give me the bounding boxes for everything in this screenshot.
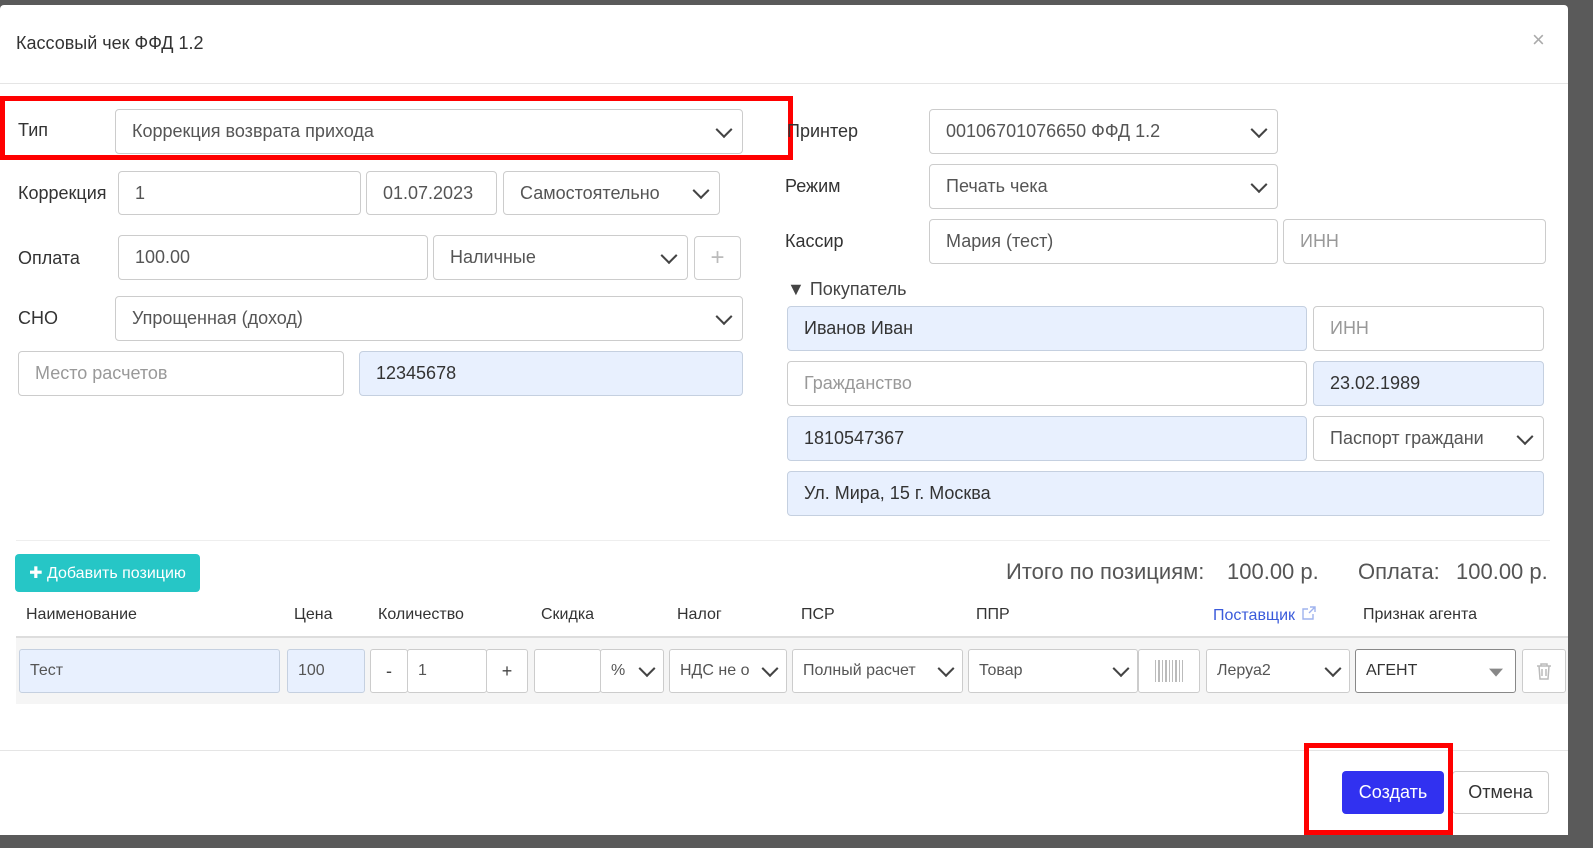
- caret-down-icon: [1489, 668, 1503, 677]
- close-icon[interactable]: ×: [1532, 27, 1545, 53]
- chevron-down-icon: [715, 120, 733, 138]
- mode-select-value: Печать чека: [946, 176, 1048, 196]
- correction-kind-value: Самостоятельно: [520, 182, 660, 203]
- printer-select-value: 00106701076650 ФФД 1.2: [946, 121, 1161, 141]
- header-name: Наименование: [26, 606, 137, 623]
- receipt-dialog: Кассовый чек ФФД 1.2 × Тип Коррекция воз…: [0, 5, 1568, 835]
- document-type-select[interactable]: Паспорт граждани: [1313, 416, 1544, 461]
- create-button[interactable]: Создать: [1342, 771, 1444, 814]
- header-price: Цена: [294, 606, 333, 623]
- chevron-down-icon: [1112, 660, 1130, 678]
- correction-kind-select[interactable]: Самостоятельно: [503, 171, 720, 215]
- header-discount: Скидка: [541, 606, 595, 623]
- plus-icon: +: [710, 244, 725, 271]
- positions-divider: [16, 540, 1550, 541]
- supplier-select[interactable]: Леруа2: [1206, 649, 1350, 693]
- delete-row-button[interactable]: [1522, 649, 1566, 693]
- total-label: Итого по позициям:: [1006, 559, 1205, 584]
- correction-label: Коррекция: [18, 183, 107, 203]
- chevron-down-icon: [937, 660, 955, 678]
- correction-date-input[interactable]: 01.07.2023: [366, 171, 497, 215]
- sno-label: СНО: [18, 308, 58, 328]
- header-supplier-label: Поставщик: [1213, 607, 1296, 624]
- chevron-down-icon: [660, 246, 678, 264]
- cancel-button[interactable]: Отмена: [1452, 771, 1549, 814]
- chevron-down-icon: [715, 307, 733, 325]
- correction-number-input[interactable]: 1: [118, 171, 361, 215]
- agent-select[interactable]: АГЕНТ: [1355, 649, 1516, 693]
- item-name-input[interactable]: Тест: [19, 649, 280, 693]
- barcode-icon: [1155, 660, 1183, 682]
- header-agent: Признак агента: [1363, 606, 1478, 623]
- place-input[interactable]: Место расчетов: [18, 351, 344, 396]
- total-value: 100.00 р.: [1227, 559, 1319, 584]
- ppr-select[interactable]: Товар: [968, 649, 1138, 693]
- tax-select[interactable]: НДС не о: [669, 649, 787, 693]
- external-link-icon: [1301, 606, 1316, 620]
- type-select[interactable]: Коррекция возврата прихода: [115, 109, 743, 154]
- header-supplier-link[interactable]: Поставщик: [1213, 606, 1316, 625]
- payment-label: Оплата: [18, 248, 80, 268]
- quantity-minus-button[interactable]: -: [370, 649, 408, 693]
- chevron-down-icon: [761, 660, 779, 678]
- buyer-inn-input[interactable]: ИНН: [1313, 306, 1544, 351]
- header-ppr: ППР: [976, 606, 1010, 623]
- footer-divider: [0, 750, 1568, 751]
- chevron-down-icon: [638, 660, 656, 678]
- ppr-select-value: Товар: [979, 662, 1023, 679]
- agent-select-value: АГЕНТ: [1366, 662, 1418, 679]
- header-tax: Налог: [677, 606, 722, 623]
- quantity-plus-button[interactable]: +: [486, 649, 528, 693]
- supplier-select-value: Леруа2: [1217, 662, 1271, 679]
- quantity-input[interactable]: 1: [407, 649, 487, 693]
- buyer-toggle[interactable]: ▼ Покупатель: [787, 279, 907, 300]
- type-label: Тип: [18, 120, 49, 140]
- mode-label: Режим: [785, 176, 841, 196]
- header-quantity: Количество: [378, 606, 464, 623]
- chevron-down-icon: [1324, 660, 1342, 678]
- payment-method-value: Наличные: [450, 247, 536, 267]
- chevron-down-icon: [692, 182, 710, 200]
- type-select-value: Коррекция возврата прихода: [132, 121, 374, 141]
- birth-date-input[interactable]: 23.02.1989: [1313, 361, 1544, 406]
- barcode-button[interactable]: [1138, 649, 1200, 693]
- printer-select[interactable]: 00106701076650 ФФД 1.2: [929, 109, 1278, 154]
- document-type-value: Паспорт граждани: [1330, 428, 1484, 448]
- psr-select-value: Полный расчет: [803, 662, 916, 679]
- header-divider: [0, 83, 1568, 84]
- cashier-inn-input[interactable]: ИНН: [1283, 219, 1546, 264]
- place-code-input[interactable]: 12345678: [359, 351, 743, 396]
- add-position-button[interactable]: ✚ Добавить позицию: [15, 554, 200, 592]
- buyer-name-input[interactable]: Иванов Иван: [787, 306, 1307, 351]
- payment-total-value: 100.00 р.: [1456, 559, 1548, 584]
- chevron-down-icon: [1516, 427, 1534, 445]
- sno-select[interactable]: Упрощенная (доход): [115, 296, 743, 341]
- payment-total-label: Оплата:: [1358, 559, 1440, 584]
- chevron-down-icon: [1250, 175, 1268, 193]
- discount-unit-select[interactable]: %: [600, 649, 664, 693]
- citizenship-input[interactable]: Гражданство: [787, 361, 1307, 406]
- psr-select[interactable]: Полный расчет: [792, 649, 963, 693]
- add-payment-button[interactable]: +: [694, 236, 741, 280]
- cashier-name-input[interactable]: Мария (тест): [929, 219, 1278, 264]
- payment-method-select[interactable]: Наличные: [433, 235, 688, 280]
- chevron-down-icon: [1250, 120, 1268, 138]
- header-psr: ПСР: [801, 606, 835, 623]
- discount-unit-value: %: [611, 662, 626, 679]
- trash-icon: [1537, 663, 1551, 680]
- item-price-input[interactable]: 100: [287, 649, 365, 693]
- payment-amount-input[interactable]: 100.00: [118, 235, 428, 280]
- mode-select[interactable]: Печать чека: [929, 164, 1278, 209]
- cashier-label: Кассир: [785, 231, 844, 251]
- printer-label: Принтер: [787, 121, 859, 141]
- dialog-title: Кассовый чек ФФД 1.2: [16, 33, 204, 53]
- sno-select-value: Упрощенная (доход): [132, 308, 303, 328]
- discount-input[interactable]: [534, 649, 601, 693]
- document-number-input[interactable]: 1810547367: [787, 416, 1307, 461]
- tax-select-value: НДС не о: [680, 662, 750, 679]
- address-input[interactable]: Ул. Мира, 15 г. Москва: [787, 471, 1544, 516]
